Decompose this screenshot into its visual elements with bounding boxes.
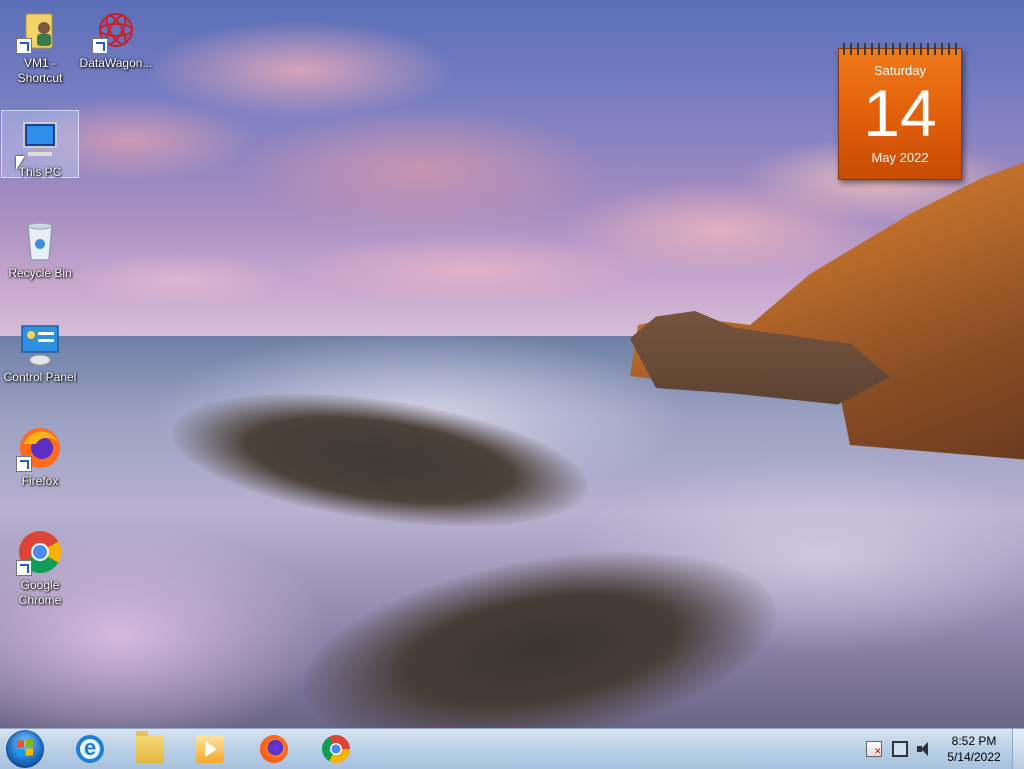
taskbar-firefox[interactable] <box>248 731 300 767</box>
start-button[interactable] <box>6 730 44 768</box>
desktop-icon-google-chrome[interactable]: Google Chrome <box>2 524 78 608</box>
desktop-icon-label: DataWagon... <box>79 56 153 70</box>
calendar-gadget[interactable]: Saturday 14 May 2022 <box>838 43 962 180</box>
shortcut-arrow-icon <box>16 560 32 576</box>
show-desktop-button[interactable] <box>1012 729 1024 769</box>
calendar-month-year: May 2022 <box>871 150 929 165</box>
desktop-icon-label: Firefox <box>21 474 59 488</box>
datawagon-icon <box>92 6 140 54</box>
shortcut-arrow-icon <box>16 456 32 472</box>
control-panel-icon <box>16 320 64 368</box>
network-icon[interactable] <box>892 741 908 757</box>
chrome-icon <box>322 735 350 763</box>
desktop-icon-label: VM1 - Shortcut <box>17 56 63 85</box>
desktop-icon-recycle-bin[interactable]: Recycle Bin <box>2 212 78 281</box>
folder-icon <box>136 731 164 763</box>
clock-time: 8:52 PM <box>951 734 997 748</box>
windows-logo-icon <box>17 739 33 757</box>
desktop-icon-label: Google Chrome <box>18 578 62 607</box>
taskbar-internet-explorer[interactable] <box>64 731 116 767</box>
desktop-icon-label: Recycle Bin <box>8 266 72 280</box>
shortcut-arrow-icon <box>92 38 108 54</box>
media-player-icon <box>196 735 224 763</box>
taskbar-google-chrome[interactable] <box>310 731 362 767</box>
taskbar: 8:52 PM 5/14/2022 <box>0 728 1024 769</box>
calendar-binding-rings <box>843 43 957 55</box>
taskbar-media-player[interactable] <box>184 731 236 767</box>
firefox-icon <box>16 424 64 472</box>
system-tray <box>860 729 940 769</box>
internet-explorer-icon <box>76 735 104 763</box>
calendar-day: 14 <box>863 76 937 150</box>
taskbar-file-explorer[interactable] <box>124 731 176 767</box>
shortcut-arrow-icon <box>16 38 32 54</box>
firefox-icon <box>260 735 288 763</box>
clock-date: 5/14/2022 <box>947 750 1001 764</box>
taskbar-clock[interactable]: 8:52 PM 5/14/2022 <box>940 733 1008 765</box>
desktop-icon-label: This PC <box>18 165 62 179</box>
action-center-flag-icon[interactable] <box>866 741 882 757</box>
desktop-icon-firefox[interactable]: Firefox <box>2 420 78 489</box>
desktop-icon-vm1-shortcut[interactable]: VM1 - Shortcut <box>2 2 78 86</box>
recycle-bin-icon <box>16 216 64 264</box>
desktop-icon-control-panel[interactable]: Control Panel <box>2 316 78 385</box>
desktop-icon-datawagon[interactable]: DataWagon... <box>78 2 154 71</box>
volume-icon[interactable] <box>916 741 932 757</box>
desktop-icon-label: Control Panel <box>3 370 77 384</box>
chrome-icon <box>16 528 64 576</box>
user-folder-icon <box>16 6 64 54</box>
mouse-cursor-icon <box>16 156 25 170</box>
desktop-icon-this-pc[interactable]: This PC <box>1 110 79 179</box>
